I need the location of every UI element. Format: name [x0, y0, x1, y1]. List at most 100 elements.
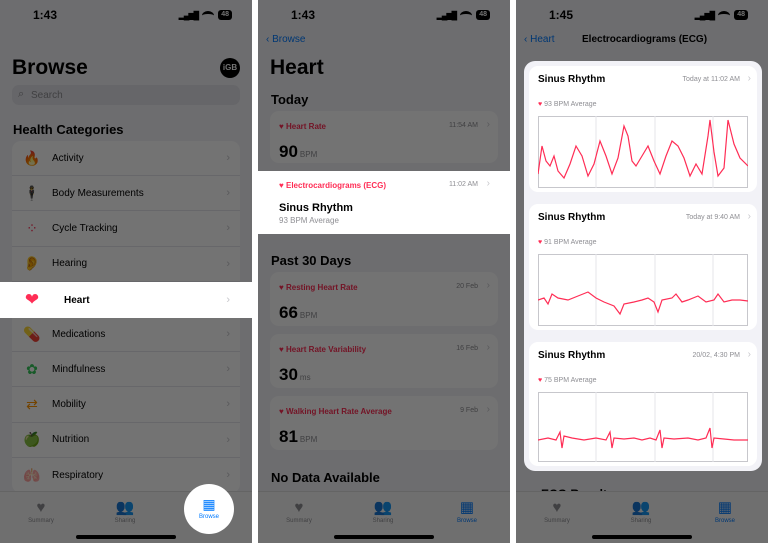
tab-summary[interactable]: ♥ Summary [269, 500, 329, 525]
section-today: Today [271, 92, 309, 107]
category-label: Medications [52, 328, 106, 340]
chevron-right-icon: › [226, 222, 230, 235]
chevron-right-icon: › [747, 211, 751, 222]
ecg-record-average: ♥ 75 BPM Average [538, 377, 597, 384]
ecg-list: Sinus Rhythm Today at 11:02 AM › ♥ 93 BPM… [524, 61, 762, 471]
signal-icon: ▂▄▆█ [178, 10, 200, 20]
ecg-record[interactable]: Sinus Rhythm Today at 9:40 AM › ♥ 91 BPM … [529, 204, 757, 330]
hrv-card[interactable]: ♥ Heart Rate Variability 16 Feb › 30 ms [270, 334, 498, 388]
ecg-waveform [538, 254, 748, 326]
average-text: 91 BPM Average [544, 239, 597, 246]
ecg-record-title: Sinus Rhythm [538, 350, 606, 361]
chevron-right-icon: › [486, 404, 490, 415]
unit: BPM [299, 311, 318, 320]
section-title: Health Categories [13, 122, 124, 137]
tab-sharing[interactable]: 👥 Sharing [353, 500, 413, 525]
heart-icon: ♥ [36, 499, 46, 516]
category-label: Mindfulness [52, 363, 106, 375]
back-button[interactable]: ‹ Heart [524, 34, 555, 45]
ecg-average: 93 BPM Average [279, 216, 339, 225]
chevron-right-icon: › [226, 257, 230, 270]
resting-heart-rate-card[interactable]: ♥ Resting Heart Rate 20 Feb › 66 BPM [270, 272, 498, 326]
ecg-record-time: 20/02, 4:30 PM [692, 352, 740, 359]
mobility-icon: ⇄ [26, 395, 38, 412]
ecg-result: Sinus Rhythm [279, 202, 353, 214]
category-nutrition[interactable]: 🍏 Nutrition › [12, 423, 240, 458]
back-button[interactable]: ‹ Browse [266, 34, 305, 45]
home-indicator [334, 535, 434, 539]
chevron-right-icon: › [486, 280, 490, 291]
activity-icon: 🔥 [23, 149, 41, 166]
signal-icon: ▂▄▆█ [436, 10, 458, 20]
search-input[interactable]: ⌕ Search [12, 85, 240, 105]
ecg-record-average: ♥ 91 BPM Average [538, 239, 597, 246]
ecg-record[interactable]: Sinus Rhythm 20/02, 4:30 PM › ♥ 75 BPM Av… [529, 342, 757, 466]
tab-bar: ♥ Summary 👥 Sharing ▦ Browse [258, 491, 510, 543]
unit: BPM [299, 435, 318, 444]
ecg-record[interactable]: Sinus Rhythm Today at 11:02 AM › ♥ 93 BPM… [529, 66, 757, 192]
average-text: 93 BPM Average [544, 101, 597, 108]
status-bar: 1:43 ▂▄▆█ 48 [0, 8, 252, 24]
chevron-right-icon: › [226, 294, 230, 306]
tab-sharing[interactable]: 👥 Sharing [611, 500, 671, 525]
wifi-icon [460, 10, 473, 20]
walking-hr-card[interactable]: ♥ Walking Heart Rate Average 9 Feb › 81 B… [270, 396, 498, 450]
card-value: 90 BPM [279, 142, 317, 162]
category-mobility[interactable]: ⇄ Mobility › [12, 387, 240, 423]
ecg-label: Electrocardiograms (ECG) [285, 181, 387, 190]
tab-browse[interactable]: ▦ Browse [695, 499, 755, 525]
wifi-icon [718, 10, 731, 20]
search-placeholder: Search [31, 90, 63, 101]
category-label: Heart [64, 294, 90, 306]
ecg-record-title: Sinus Rhythm [538, 74, 606, 85]
status-time: 1:43 [291, 8, 316, 22]
chevron-right-icon: › [226, 398, 230, 411]
tab-browse[interactable]: ▦ Browse [437, 500, 497, 525]
tab-summary[interactable]: ♥ Summary [527, 500, 587, 525]
avatar[interactable]: iGB [220, 58, 240, 78]
chevron-right-icon: › [226, 433, 230, 446]
walking-label: Walking Heart Rate Average [285, 407, 392, 416]
card-time: 9 Feb [460, 407, 478, 414]
card-label: ♥ Heart Rate Variability [279, 345, 367, 354]
battery-icon: 48 [476, 10, 490, 20]
value: 30 [279, 365, 298, 384]
resting-label: Resting Heart Rate [285, 283, 358, 292]
ecg-record-title: Sinus Rhythm [538, 212, 606, 223]
heart-rate-card[interactable]: ♥ Heart Rate 11:54 AM › 90 BPM [270, 111, 498, 163]
chevron-right-icon: › [226, 152, 230, 165]
section-past30: Past 30 Days [271, 253, 352, 268]
tab-browse[interactable]: ▦ Browse [184, 484, 234, 534]
chevron-right-icon: › [226, 469, 230, 482]
ecg-card[interactable]: ♥ Electrocardiograms (ECG) 11:02 AM › Si… [258, 171, 510, 234]
chevron-right-icon: › [226, 328, 230, 341]
home-indicator [592, 535, 692, 539]
card-label: ♥ Walking Heart Rate Average [279, 407, 392, 416]
category-label: Body Measurements [52, 187, 144, 199]
signal-icon: ▂▄▆█ [694, 10, 716, 20]
heart-icon: ♥ [538, 377, 543, 384]
status-bar: 1:45 ▂▄▆█ 48 [516, 8, 768, 24]
category-medications[interactable]: 💊 Medications › [12, 317, 240, 353]
category-cycle-tracking[interactable]: ⁘ Cycle Tracking › [12, 211, 240, 247]
category-label: Hearing [52, 258, 88, 270]
hrv-label: Heart Rate Variability [285, 345, 367, 354]
section-no-data: No Data Available [271, 470, 380, 485]
category-mindfulness[interactable]: ✿ Mindfulness › [12, 352, 240, 388]
tab-sharing[interactable]: 👥 Sharing [95, 500, 155, 525]
category-activity[interactable]: 🔥 Activity › [12, 141, 240, 177]
category-heart[interactable]: ❤ Heart › [0, 282, 252, 318]
tab-label: Summary [28, 518, 54, 524]
grid-icon: ▦ [717, 499, 733, 516]
tab-label: Sharing [372, 518, 394, 524]
battery-icon: 48 [734, 10, 748, 20]
category-body-measurements[interactable]: 🕴 Body Measurements › [12, 176, 240, 212]
category-hearing[interactable]: 👂 Hearing › [12, 247, 240, 282]
heart-screen: 1:43 ▂▄▆█ 48 ‹ Browse Heart Today ♥ Heart… [258, 0, 510, 543]
tab-summary[interactable]: ♥ Summary [11, 499, 71, 525]
mindfulness-icon: ✿ [26, 360, 38, 377]
ecg-record-time: Today at 11:02 AM [682, 76, 740, 83]
search-icon: ⌕ [18, 88, 25, 100]
back-label: Heart [530, 34, 555, 45]
card-value: 30 ms [279, 365, 311, 385]
